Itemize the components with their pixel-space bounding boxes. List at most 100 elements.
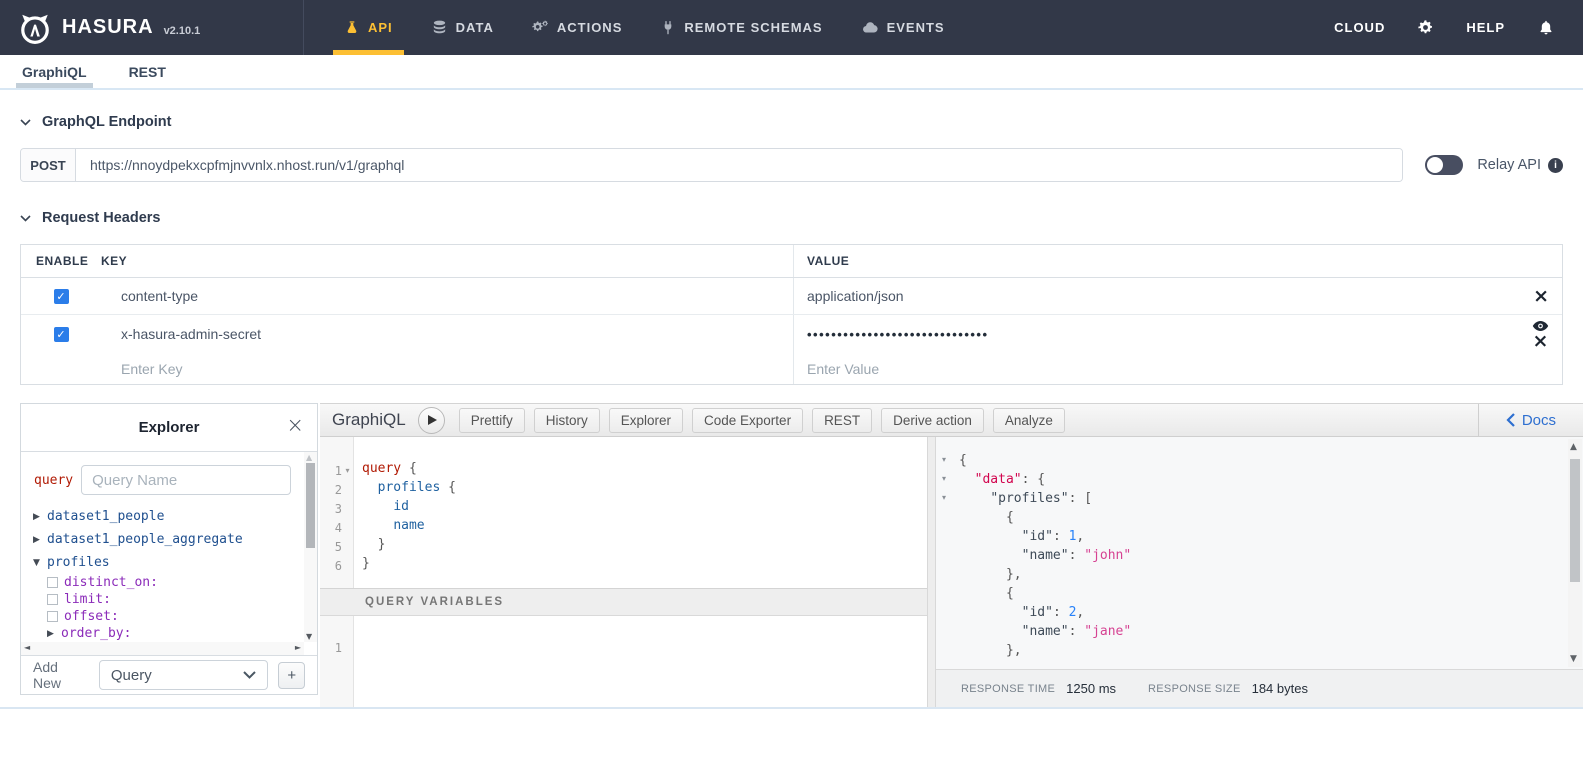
endpoint-section-header[interactable]: GraphQL Endpoint (20, 114, 1563, 130)
code-line: } (362, 556, 370, 571)
tree-node-dataset1-people-aggregate[interactable]: ▶ dataset1_people_aggregate (33, 528, 317, 551)
scroll-right-icon[interactable]: ► (295, 643, 301, 652)
play-icon (428, 415, 438, 425)
nav-item-data[interactable]: DATA (412, 0, 513, 55)
tree-node-distinct-on-[interactable]: distinct_on: (33, 574, 317, 591)
header-key-cell[interactable]: x-hasura-admin-secret (101, 326, 793, 342)
topbar-divider (303, 0, 304, 55)
chevron-down-icon[interactable] (20, 214, 31, 222)
cloud-link[interactable]: CLOUD (1334, 20, 1385, 35)
explorer-title: Explorer (138, 419, 200, 436)
cloud-icon (861, 19, 879, 37)
fold-arrow-icon[interactable]: ▾ (942, 474, 959, 483)
remove-header-icon[interactable]: × (1533, 287, 1549, 306)
new-header-value-input[interactable] (807, 360, 1487, 377)
execute-query-button[interactable] (417, 406, 445, 434)
response-line: { (959, 510, 1014, 525)
variables-code-area[interactable] (354, 616, 927, 707)
header-value-cell[interactable]: application/json × (793, 278, 1562, 314)
fold-arrow-icon[interactable]: ▾ (342, 466, 353, 475)
new-header-key-input[interactable] (121, 360, 726, 377)
tree-node-offset-[interactable]: offset: (33, 608, 317, 625)
tree-node-dataset1-people[interactable]: ▶ dataset1_people (33, 505, 317, 528)
nav-item-api[interactable]: API (325, 0, 412, 55)
chevron-down-icon[interactable] (20, 118, 31, 126)
scroll-up-icon[interactable]: ▲ (306, 453, 312, 462)
header-key-cell[interactable]: content-type (101, 288, 793, 304)
query-editor[interactable]: 1 ▾ 2 3 4 5 6 query { profiles { id name }} (320, 437, 927, 588)
header-value-cell[interactable]: •••••••••••••••••••••••••••••• × (793, 315, 1562, 353)
tree-collapsed-icon[interactable]: ▶ (33, 512, 47, 522)
nav-item-remote-schemas[interactable]: REMOTE SCHEMAS (641, 0, 841, 55)
tree-node-label: dataset1_people_aggregate (47, 532, 243, 547)
close-icon[interactable]: × (286, 415, 304, 436)
rest-button[interactable]: REST (812, 407, 873, 433)
header-enabled-checkbox[interactable]: ✓ (53, 288, 69, 304)
query-name-input[interactable] (81, 465, 291, 495)
scroll-left-icon[interactable]: ◄ (24, 643, 30, 652)
explorer-horizontal-scrollbar[interactable]: ◄ ► (21, 642, 304, 655)
explorer-button[interactable]: Explorer (608, 407, 684, 433)
header-enabled-checkbox[interactable]: ✓ (53, 326, 69, 342)
tree-collapsed-icon[interactable]: ▶ (47, 629, 61, 639)
tab-graphiql[interactable]: GraphiQL (16, 55, 93, 88)
remove-header-icon[interactable]: × (1533, 332, 1549, 351)
scrollbar-thumb[interactable] (1570, 459, 1580, 582)
tree-node-limit-[interactable]: limit: (33, 591, 317, 608)
line-number-gutter: 1 ▾ 2 3 4 5 6 (320, 437, 354, 588)
tree-collapsed-icon[interactable]: ▶ (33, 535, 47, 545)
line-number-gutter: 1 (320, 616, 354, 707)
column-key: KEY (101, 254, 128, 268)
fold-arrow-icon[interactable]: ▾ (942, 455, 959, 464)
analyze-button[interactable]: Analyze (992, 407, 1065, 433)
variables-editor[interactable]: 1 (320, 616, 927, 707)
top-navbar: HASURA v2.10.1 API DATA ACTIONS REMOTE SCHE… (0, 0, 1583, 55)
response-time-value: 1250 ms (1066, 681, 1117, 696)
query-code-area[interactable]: query { profiles { id name }} (354, 437, 927, 588)
help-link[interactable]: HELP (1466, 20, 1505, 35)
settings-gear-icon[interactable] (1417, 19, 1434, 36)
endpoint-url-input[interactable] (76, 149, 1403, 181)
response-line: { (959, 586, 1014, 601)
tab-rest[interactable]: REST (129, 55, 166, 88)
info-icon[interactable]: i (1548, 157, 1563, 173)
brand-name: HASURA (62, 16, 154, 38)
explorer-footer: Add New Query + (21, 655, 317, 694)
headers-section-header[interactable]: Request Headers (20, 210, 1563, 226)
relay-api-label: Relay API (1477, 157, 1541, 173)
api-subtabs: GraphiQL REST (0, 55, 1583, 90)
bell-icon[interactable] (1537, 19, 1555, 37)
docs-button[interactable]: Docs (1477, 404, 1583, 436)
prettify-button[interactable]: Prettify (458, 407, 525, 433)
new-header-row (21, 353, 1562, 384)
new-header-value-cell (793, 353, 1562, 384)
arg-checkbox[interactable] (47, 594, 58, 605)
tree-node-order-by-[interactable]: ▶ order_by: (33, 625, 317, 642)
plug-icon (660, 20, 676, 36)
scrollbar-thumb[interactable] (306, 463, 315, 548)
response-footer: RESPONSE TIME 1250 ms RESPONSE SIZE 184 … (936, 669, 1583, 707)
nav-item-events[interactable]: EVENTS (842, 0, 964, 55)
tree-node-profiles[interactable]: ▼ profiles (33, 551, 317, 574)
pane-splitter[interactable] (927, 437, 936, 707)
scroll-down-icon[interactable]: ▼ (1570, 654, 1577, 664)
graphiql-title: GraphiQL (332, 410, 406, 429)
explorer-vertical-scrollbar[interactable]: ▲ ▼ (304, 452, 317, 642)
add-new-select[interactable]: Query (98, 660, 269, 690)
arg-checkbox[interactable] (47, 577, 58, 588)
brand[interactable]: HASURA v2.10.1 (0, 0, 303, 55)
scroll-up-icon[interactable]: ▲ (1570, 442, 1577, 452)
fold-arrow-icon[interactable]: ▾ (942, 493, 959, 502)
query-variables-bar[interactable]: QUERY VARIABLES (320, 588, 927, 616)
history-button[interactable]: History (533, 407, 600, 433)
scroll-down-icon[interactable]: ▼ (306, 632, 312, 641)
derive-action-button[interactable]: Derive action (881, 407, 984, 433)
code-exporter-button[interactable]: Code Exporter (692, 407, 804, 433)
add-operation-button[interactable]: + (278, 661, 305, 689)
relay-api-toggle[interactable] (1425, 155, 1464, 175)
nav-item-actions[interactable]: ACTIONS (513, 0, 642, 55)
topbar-right: CLOUD HELP (1334, 19, 1583, 37)
response-scrollbar[interactable]: ▲ ▼ (1568, 439, 1582, 667)
tree-expanded-icon[interactable]: ▼ (33, 558, 47, 568)
arg-checkbox[interactable] (47, 611, 58, 622)
